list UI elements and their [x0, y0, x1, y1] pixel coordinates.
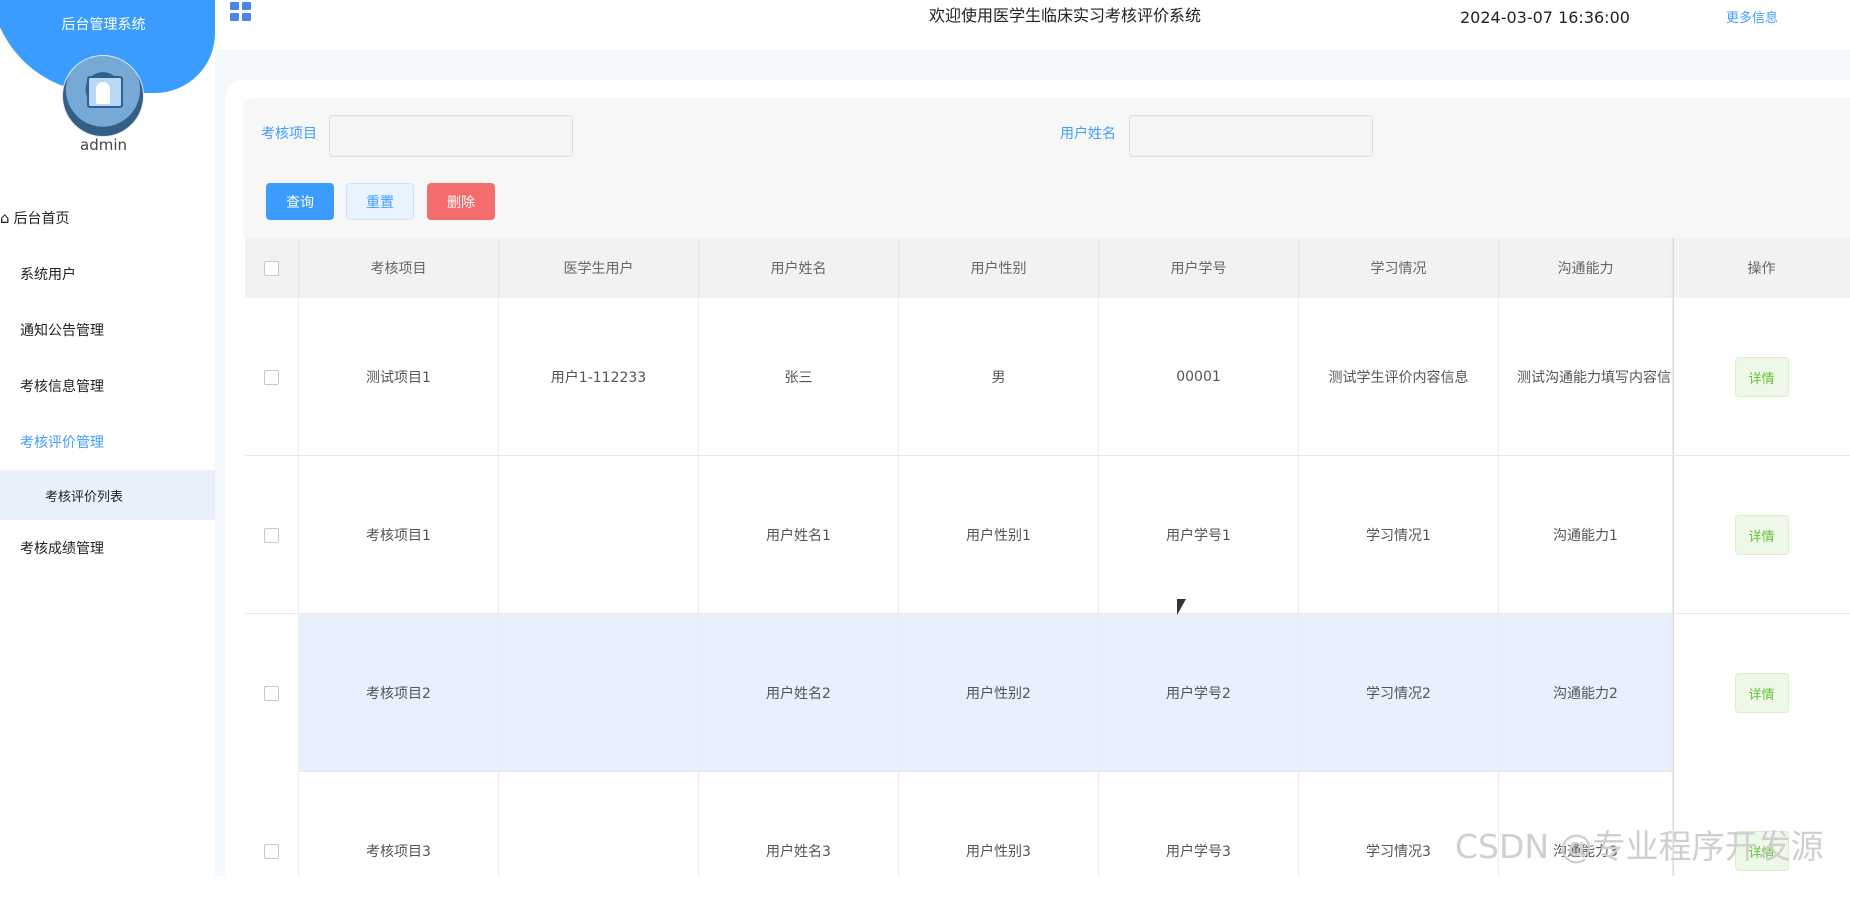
action-cell: 详情 [1673, 456, 1850, 614]
sidebar-menu: ⌂ 后台首页 系统用户 通知公告管理 考核信息管理 考核评价管理 考核评价列表 … [0, 190, 215, 576]
column-header: 用户学号 [1099, 238, 1299, 298]
mouse-cursor-icon [1177, 599, 1186, 615]
reset-button[interactable]: 重置 [346, 183, 414, 220]
column-header: 操作 [1747, 261, 1776, 277]
table-cell: 用户性别2 [899, 614, 1099, 772]
row-select-cell [245, 614, 299, 772]
name-search-input[interactable] [1129, 115, 1373, 157]
sidebar-item-label: 考核评价管理 [20, 435, 104, 451]
datetime: 2024-03-07 16:36:00 [1460, 8, 1630, 27]
avatar[interactable] [62, 55, 144, 137]
table-cell: 用户性别3 [899, 772, 1099, 876]
table-row[interactable]: 测试项目1 用户1-112233 张三 男 00001 测试学生评价内容信息 测… [245, 298, 1850, 456]
table-cell: 张三 [699, 298, 899, 456]
sidebar-item-notices[interactable]: 通知公告管理 [0, 302, 215, 358]
table-cell: 测试沟通能力填写内容信息 [1499, 298, 1673, 456]
watermark: CSDN @专业程序开发源 [1455, 827, 1824, 866]
table-row[interactable]: 考核项目1 用户姓名1 用户性别1 用户学号1 学习情况1 沟通能力1 详情 [245, 456, 1850, 614]
more-info-link[interactable]: 更多信息 [1726, 7, 1778, 26]
table-cell: 用户姓名1 [699, 456, 899, 614]
evaluation-table: 考核项目 医学生用户 用户姓名 用户性别 用户学号 学习情况 沟通能力 操作 测… [245, 238, 1850, 876]
row-checkbox[interactable] [264, 369, 279, 385]
table-cell: 学习情况1 [1299, 456, 1499, 614]
sidebar-item-label: 系统用户 [20, 267, 76, 283]
menu-grid-icon[interactable] [230, 2, 252, 21]
sidebar-item-label: 后台首页 [13, 211, 70, 227]
column-header: 用户姓名 [699, 238, 899, 298]
column-header: 学习情况 [1299, 238, 1499, 298]
home-icon: ⌂ [0, 209, 10, 227]
doctor-icon [96, 82, 110, 104]
row-select-cell [245, 456, 299, 614]
row-checkbox[interactable] [264, 685, 279, 701]
sidebar-item-label: 考核评价列表 [45, 489, 124, 505]
table-cell: 用户姓名2 [699, 614, 899, 772]
sidebar-item-label: 通知公告管理 [20, 323, 104, 339]
table-cell: 用户性别1 [899, 456, 1099, 614]
sidebar-item-label: 考核信息管理 [20, 379, 104, 395]
table-cell: 考核项目3 [299, 772, 499, 876]
sidebar: 后台管理系统 admin ⌂ 后台首页 系统用户 通知公告管理 考核信息管理 考… [0, 0, 216, 876]
fixed-column-divider [1673, 238, 1674, 876]
table-cell: 00001 [1099, 298, 1299, 456]
table-cell: 沟通能力1 [1499, 456, 1673, 614]
sidebar-item-score-management[interactable]: 考核成绩管理 [0, 520, 215, 576]
table-cell: 沟通能力2 [1499, 614, 1673, 772]
header: 欢迎使用医学生临床实习考核评价系统 2024-03-07 16:36:00 更多… [215, 0, 1850, 50]
table-cell: 男 [899, 298, 1099, 456]
welcome-title: 欢迎使用医学生临床实习考核评价系统 [929, 6, 1202, 25]
project-search-input[interactable] [329, 115, 573, 157]
table-cell: 学习情况2 [1299, 614, 1499, 772]
action-cell: 详情 [1673, 298, 1850, 456]
row-checkbox[interactable] [264, 527, 279, 543]
row-checkbox[interactable] [264, 843, 279, 859]
table-cell [499, 456, 699, 614]
sidebar-item-assessment-info[interactable]: 考核信息管理 [0, 358, 215, 414]
sidebar-item-assessment-eval[interactable]: 考核评价管理 [0, 414, 215, 470]
table-cell: 考核项目2 [299, 614, 499, 772]
sidebar-item-label: 考核成绩管理 [20, 541, 104, 557]
detail-button[interactable]: 详情 [1734, 357, 1789, 397]
table-cell: 测试学生评价内容信息 [1299, 298, 1499, 456]
row-select-cell [245, 772, 299, 876]
sidebar-item-eval-list[interactable]: 考核评价列表 [0, 470, 215, 520]
name-label: 用户姓名 [1060, 126, 1116, 142]
column-header: 用户性别 [899, 238, 1099, 298]
table-cell: 用户姓名3 [699, 772, 899, 876]
table-cell: 用户学号2 [1099, 614, 1299, 772]
table-cell: 用户学号1 [1099, 456, 1299, 614]
project-label: 考核项目 [261, 126, 317, 142]
sidebar-item-home[interactable]: ⌂ 后台首页 [0, 190, 215, 246]
table-cell: 考核项目1 [299, 456, 499, 614]
table-cell [499, 772, 699, 876]
query-button[interactable]: 查询 [266, 183, 334, 220]
table-cell: 测试项目1 [299, 298, 499, 456]
username: admin [80, 136, 127, 154]
column-header: 沟通能力 [1499, 238, 1673, 298]
row-select-cell [245, 298, 299, 456]
table-cell: 用户1-112233 [499, 298, 699, 456]
select-all-cell [245, 238, 299, 298]
select-all-checkbox[interactable] [264, 260, 279, 276]
column-header: 医学生用户 [499, 238, 699, 298]
table-row[interactable]: 考核项目2 用户姓名2 用户性别2 用户学号2 学习情况2 沟通能力2 详情 [245, 614, 1850, 772]
detail-button[interactable]: 详情 [1734, 515, 1789, 555]
column-header: 考核项目 [299, 238, 499, 298]
table-header: 考核项目 医学生用户 用户姓名 用户性别 用户学号 学习情况 沟通能力 操作 [245, 238, 1850, 299]
brand-title: 后台管理系统 [61, 17, 146, 33]
action-cell: 详情 [1673, 614, 1850, 772]
table-cell [499, 614, 699, 772]
table-cell: 用户学号3 [1099, 772, 1299, 876]
detail-button[interactable]: 详情 [1734, 673, 1789, 713]
sidebar-item-system-users[interactable]: 系统用户 [0, 246, 215, 302]
delete-button[interactable]: 删除 [427, 183, 495, 220]
